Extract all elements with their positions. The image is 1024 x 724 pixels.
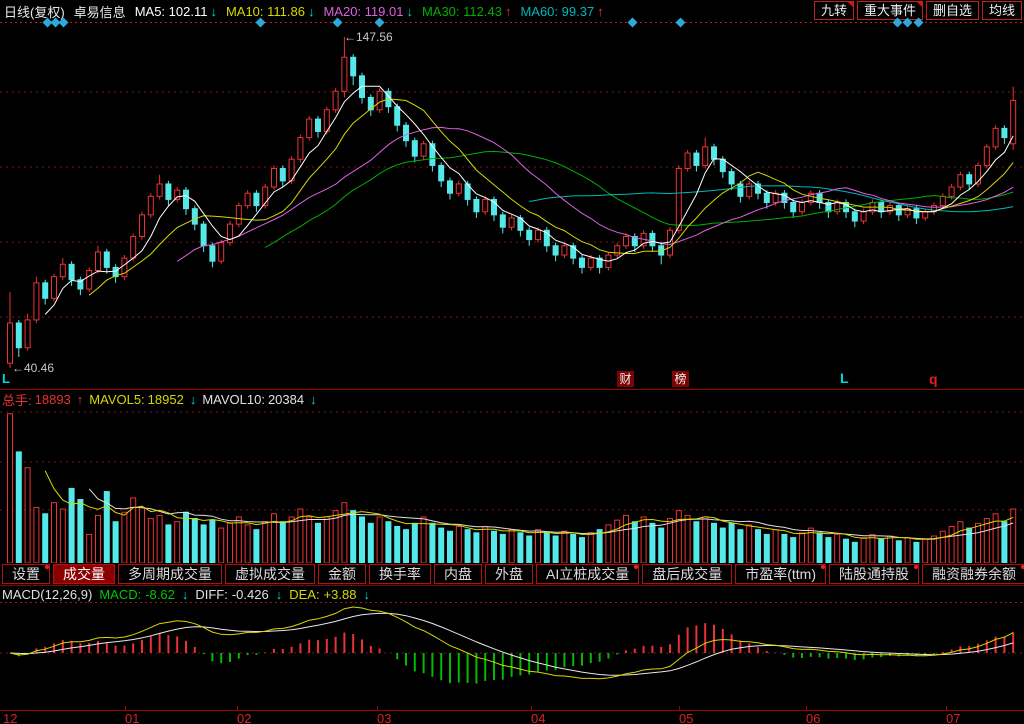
tab-AI立桩成交量[interactable]: AI立桩成交量	[536, 564, 639, 584]
notification-dot-icon	[634, 565, 638, 569]
tab-设置[interactable]: 设置	[2, 564, 50, 584]
chart-header: 日线(复权) 卓易信息 MA5: 102.11↓MA10: 111.86↓MA2…	[4, 2, 604, 20]
ma-values: MA5: 102.11↓MA10: 111.86↓MA20: 119.01↓MA…	[135, 4, 604, 19]
price-candlestick-chart[interactable]	[0, 24, 1024, 389]
month-label-04: 04	[531, 711, 545, 724]
dea-label: DEA:	[289, 587, 319, 602]
tab-多周期成交量[interactable]: 多周期成交量	[118, 564, 222, 584]
watermark-cyan: L	[840, 370, 849, 386]
axis-tick	[531, 706, 532, 711]
tab-金额[interactable]: 金额	[318, 564, 366, 584]
axis-tick	[237, 706, 238, 711]
ma-item-MA10: MA10: 111.86↓	[226, 4, 315, 19]
diff-label: DIFF:	[195, 587, 228, 602]
ma-item-MA5: MA5: 102.11↓	[135, 4, 217, 19]
month-label-02: 02	[237, 711, 251, 724]
diff-direction-icon: ↓	[276, 587, 283, 602]
macd-title: MACD(12,26,9)	[2, 587, 92, 602]
up-arrow-icon: ↑	[505, 4, 512, 19]
axis-tick	[125, 706, 126, 711]
diff-value: -0.426	[232, 587, 269, 602]
macd-chart[interactable]	[0, 603, 1024, 710]
tab-陆股通持股[interactable]: 陆股通持股	[829, 564, 919, 584]
notification-dot-icon	[914, 565, 918, 569]
corner-flag-icon	[917, 2, 922, 7]
tab-融资融券余额[interactable]: 融资融券余额	[922, 564, 1024, 584]
header-button-均线[interactable]: 均线	[982, 1, 1022, 20]
ma-item-MA60: MA60: 99.37↑	[520, 4, 603, 19]
tab-盘后成交量[interactable]: 盘后成交量	[642, 564, 732, 584]
axis-tick	[806, 706, 807, 711]
axis-tick	[377, 706, 378, 711]
dea-direction-icon: ↓	[363, 587, 370, 602]
stock-chart-app: 日线(复权) 卓易信息 MA5: 102.11↓MA10: 111.86↓MA2…	[0, 0, 1024, 724]
month-label-01: 01	[125, 711, 139, 724]
tab-虚拟成交量[interactable]: 虚拟成交量	[225, 564, 315, 584]
macd-direction-icon: ↓	[182, 587, 189, 602]
up-arrow-icon: ↑	[597, 4, 604, 19]
down-arrow-icon: ↓	[406, 4, 413, 19]
volume-bar-chart[interactable]	[0, 403, 1024, 563]
stock-name: 卓易信息	[74, 2, 126, 21]
corner-flag-icon	[848, 2, 853, 7]
ma-item-MA30: MA30: 112.43↑	[422, 4, 511, 19]
low-point-marker: L	[2, 371, 10, 386]
notification-dot-icon	[821, 565, 825, 569]
tab-外盘[interactable]: 外盘	[485, 564, 533, 584]
notification-dot-icon	[45, 565, 49, 569]
time-axis: 12 01 02 03 04 05 06 07	[0, 710, 1024, 724]
axis-tick	[679, 706, 680, 711]
macd-header: MACD(12,26,9) MACD: -8.62 ↓ DIFF: -0.426…	[2, 587, 370, 602]
high-price-annotation: ←147.56	[344, 30, 393, 44]
month-label-05: 05	[679, 711, 693, 724]
watermark-boxed: 榜	[672, 371, 689, 387]
month-label-07: 07	[946, 711, 960, 724]
header-button-删自选[interactable]: 删自选	[926, 1, 979, 20]
down-arrow-icon: ↓	[210, 4, 217, 19]
watermark-boxed: 财	[617, 371, 634, 387]
dea-value: +3.88	[324, 587, 357, 602]
header-button-重大事件[interactable]: 重大事件	[857, 1, 923, 20]
tab-内盘[interactable]: 内盘	[434, 564, 482, 584]
down-arrow-icon: ↓	[308, 4, 315, 19]
month-label-03: 03	[377, 711, 391, 724]
tab-市盈率(ttm)[interactable]: 市盈率(ttm)	[735, 564, 826, 584]
tab-成交量[interactable]: 成交量	[53, 564, 115, 584]
macd-label: MACD:	[99, 587, 141, 602]
tab-换手率[interactable]: 换手率	[369, 564, 431, 584]
watermark-red: q	[929, 371, 938, 387]
header-buttons: 九转重大事件删自选均线	[811, 1, 1022, 20]
low-price-annotation: ←40.46	[12, 361, 54, 375]
month-label-06: 06	[806, 711, 820, 724]
signal-dotted-line	[0, 22, 1024, 23]
header-button-九转[interactable]: 九转	[814, 1, 854, 20]
axis-tick	[946, 706, 947, 711]
macd-value: -8.62	[145, 587, 175, 602]
month-label-12: 12	[3, 711, 17, 724]
indicator-tab-bar: 设置成交量多周期成交量虚拟成交量金额换手率内盘外盘AI立桩成交量盘后成交量市盈率…	[0, 563, 1024, 586]
